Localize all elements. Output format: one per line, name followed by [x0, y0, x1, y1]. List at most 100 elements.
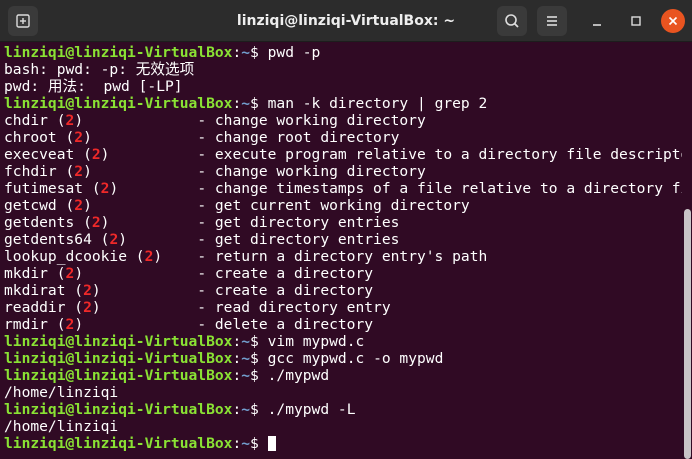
prompt-user-host: linziqi@linziqi-VirtualBox: [4, 95, 233, 112]
prompt-path: ~: [241, 435, 251, 452]
man-entry-name: getcwd (: [4, 197, 75, 214]
prompt-user-host: linziqi@linziqi-VirtualBox: [4, 333, 233, 350]
prompt-symbol: $: [250, 95, 259, 112]
prompt-line: linziqi@linziqi-VirtualBox:~$ pwd -p: [4, 44, 682, 61]
man-entry-line: getdents64 (2) - get directory entries: [4, 231, 682, 248]
prompt-symbol: $: [250, 44, 259, 61]
prompt-separator: :: [232, 95, 242, 112]
man-entry-line: fchdir (2) - change working directory: [4, 163, 682, 180]
man-section-number: 2: [109, 231, 119, 248]
man-entry-description: ) - get current working directory: [83, 197, 470, 214]
prompt-path: ~: [241, 350, 251, 367]
man-entry-description: ) - get directory entries: [100, 214, 400, 231]
man-section-number: 2: [91, 214, 101, 231]
prompt-line: linziqi@linziqi-VirtualBox:~$ vim mypwd.…: [4, 333, 682, 350]
close-icon: [668, 16, 678, 26]
man-entry-name: execveat (: [4, 146, 92, 163]
man-entry-line: mkdirat (2) - create a directory: [4, 282, 682, 299]
new-tab-button[interactable]: [8, 6, 38, 36]
man-entry-description: ) - change timestamps of a file relative…: [109, 180, 682, 197]
man-section-number: 2: [74, 197, 84, 214]
man-entry-description: ) - create a directory: [91, 282, 374, 299]
prompt-symbol: $: [250, 401, 259, 418]
maximize-icon: [631, 16, 641, 26]
new-tab-icon: [16, 14, 30, 28]
man-entry-description: ) - execute program relative to a direct…: [100, 146, 682, 163]
search-icon: [505, 14, 519, 28]
man-entry-name: rmdir (: [4, 316, 66, 333]
prompt-path: ~: [241, 401, 251, 418]
prompt-symbol: $: [250, 333, 259, 350]
man-entry-description: ) - change root directory: [83, 129, 400, 146]
prompt-line: linziqi@linziqi-VirtualBox:~$ ./mypwd: [4, 367, 682, 384]
man-entry-name: mkdir (: [4, 265, 66, 282]
man-section-number: 2: [65, 112, 75, 129]
command-text: [259, 435, 268, 452]
man-section-number: 2: [65, 316, 75, 333]
prompt-separator: :: [232, 401, 242, 418]
command-text: man -k directory | grep 2: [258, 95, 488, 112]
output-line: /home/linziqi: [4, 418, 682, 435]
man-entry-line: chroot (2) - change root directory: [4, 129, 682, 146]
maximize-button[interactable]: [624, 9, 648, 33]
man-entry-description: ) - create a directory: [74, 265, 374, 282]
title-bar: linziqi@linziqi-VirtualBox: ~: [0, 0, 692, 42]
man-section-number: 2: [83, 299, 92, 316]
man-entry-name: readdir (: [4, 299, 84, 316]
man-entry-line: readdir (2) - read directory entry: [4, 299, 682, 316]
output-text: /home/linziqi: [4, 384, 119, 401]
prompt-separator: :: [232, 44, 242, 61]
menu-button[interactable]: [537, 6, 567, 36]
text-cursor: [267, 436, 276, 451]
command-text: vim mypwd.c: [258, 333, 365, 350]
prompt-user-host: linziqi@linziqi-VirtualBox: [4, 44, 233, 61]
search-button[interactable]: [497, 6, 527, 36]
prompt-symbol: $: [250, 350, 259, 367]
man-entry-name: lookup_dcookie (: [4, 248, 145, 265]
man-entry-line: lookup_dcookie (2) - return a directory …: [4, 248, 682, 265]
prompt-separator: :: [232, 435, 242, 452]
man-section-number: 2: [74, 129, 84, 146]
terminal-output[interactable]: linziqi@linziqi-VirtualBox:~$ pwd -p bash…: [4, 44, 682, 459]
man-entry-line: mkdir (2) - create a directory: [4, 265, 682, 282]
prompt-line: linziqi@linziqi-VirtualBox:~$ ./mypwd -L: [4, 401, 682, 418]
output-line: /home/linziqi: [4, 384, 682, 401]
close-button[interactable]: [661, 9, 685, 33]
man-entry-description: ) - return a directory entry's path: [153, 248, 488, 265]
prompt-user-host: linziqi@linziqi-VirtualBox: [4, 401, 233, 418]
man-entry-name: getdents (: [4, 214, 92, 231]
man-entry-name: chroot (: [4, 129, 75, 146]
prompt-symbol: $: [250, 435, 259, 452]
man-entry-name: mkdirat (: [4, 282, 84, 299]
man-entry-name: getdents64 (: [4, 231, 110, 248]
command-text: ./mypwd: [258, 367, 330, 384]
man-entry-description: ) - change working directory: [83, 163, 426, 180]
prompt-user-host: linziqi@linziqi-VirtualBox: [4, 435, 233, 452]
output-line: bash: pwd: -p: 无效选项: [4, 61, 682, 78]
scrollbar[interactable]: [684, 209, 691, 459]
man-entry-description: ) - delete a directory: [74, 316, 374, 333]
prompt-path: ~: [241, 44, 251, 61]
man-entry-line: chdir (2) - change working directory: [4, 112, 682, 129]
man-entry-line: execveat (2) - execute program relative …: [4, 146, 682, 163]
minimize-button[interactable]: [585, 9, 609, 33]
prompt-separator: :: [232, 350, 242, 367]
prompt-user-host: linziqi@linziqi-VirtualBox: [4, 367, 233, 384]
prompt-path: ~: [241, 367, 251, 384]
output-text: pwd: 用法: pwd [-LP]: [4, 78, 183, 95]
man-entry-line: futimesat (2) - change timestamps of a f…: [4, 180, 682, 197]
man-section-number: 2: [74, 163, 84, 180]
man-entry-line: getcwd (2) - get current working directo…: [4, 197, 682, 214]
man-entry-line: rmdir (2) - delete a directory: [4, 316, 682, 333]
prompt-symbol: $: [250, 367, 259, 384]
prompt-separator: :: [232, 367, 242, 384]
man-entry-name: futimesat (: [4, 180, 101, 197]
command-text: ./mypwd -L: [258, 401, 356, 418]
prompt-separator: :: [232, 333, 242, 350]
terminal-window: linziqi@linziqi-VirtualBox: ~ linziqi@li…: [0, 0, 692, 459]
man-section-number: 2: [91, 146, 101, 163]
prompt-user-host: linziqi@linziqi-VirtualBox: [4, 350, 233, 367]
output-text: bash: pwd: -p: 无效选项: [4, 61, 195, 78]
command-text: gcc mypwd.c -o mypwd: [258, 350, 444, 367]
prompt-path: ~: [241, 333, 251, 350]
